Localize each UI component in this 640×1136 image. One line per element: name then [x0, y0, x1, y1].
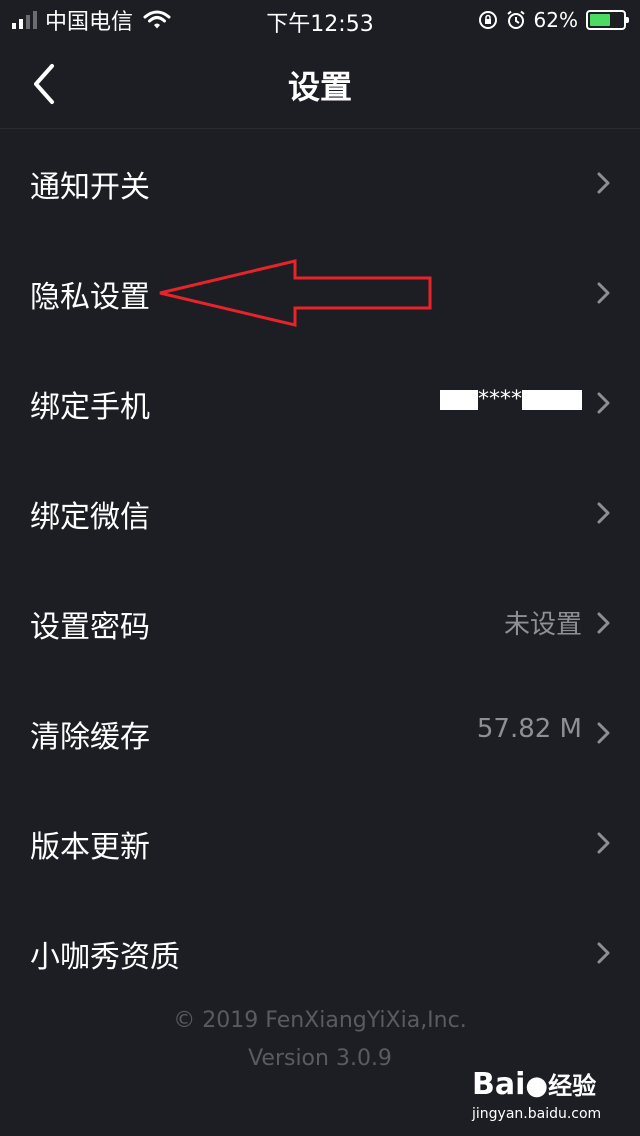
chevron-right-icon [597, 172, 610, 194]
settings-item-bind-wechat[interactable]: 绑定微信 [0, 459, 640, 569]
watermark-url: jingyan.baidu.com [472, 1106, 602, 1122]
watermark-logo-suffix: 经验 [548, 1072, 597, 1100]
password-status-value: 未设置 [503, 610, 582, 640]
settings-item-version-update[interactable]: 版本更新 [0, 789, 640, 899]
chevron-right-icon [597, 282, 610, 304]
settings-item-notifications[interactable]: 通知开关 [0, 129, 640, 239]
cache-size-value: 57.82 M [476, 714, 582, 744]
alarm-icon [506, 10, 525, 29]
chevron-right-icon [597, 832, 610, 854]
battery-icon [586, 10, 629, 30]
paw-icon: ● [525, 1071, 549, 1101]
settings-item-label: 通知开关 [30, 170, 150, 205]
watermark-logo: Bai●经验 [472, 1066, 596, 1102]
masked-digits: **** [478, 387, 522, 412]
settings-item-label: 小咖秀资质 [30, 940, 180, 975]
annotation-arrow-icon [159, 259, 432, 327]
status-right: 62% [478, 6, 629, 34]
settings-item-set-password[interactable]: 设置密码 未设置 [0, 569, 640, 679]
settings-item-label: 绑定微信 [30, 500, 150, 535]
battery-percentage: 62% [533, 8, 578, 32]
chevron-right-icon [597, 502, 610, 524]
battery-level-fill [590, 14, 610, 26]
redaction-block [522, 390, 582, 410]
watermark-logo-text: Bai [472, 1067, 526, 1102]
chevron-right-icon [597, 612, 610, 634]
redaction-block [440, 390, 478, 410]
settings-item-label: 设置密码 [30, 610, 150, 645]
settings-item-qualification[interactable]: 小咖秀资质 [0, 899, 640, 1009]
chevron-right-icon [597, 722, 610, 744]
phone-number-value: **** [440, 387, 582, 412]
chevron-right-icon [597, 392, 610, 414]
settings-item-bind-phone[interactable]: 绑定手机 **** [0, 349, 640, 459]
page-title: 设置 [287, 68, 352, 106]
status-bar: 中国电信 下午12:53 62% [0, 0, 640, 40]
footer-copyright: © 2019 FenXiangYiXia,Inc. [173, 1008, 467, 1033]
settings-item-label: 清除缓存 [30, 720, 150, 755]
orientation-lock-icon [478, 11, 497, 29]
settings-item-label: 绑定手机 [30, 390, 150, 425]
settings-item-clear-cache[interactable]: 清除缓存 57.82 M [0, 679, 640, 789]
nav-bar: 设置 [0, 40, 640, 129]
settings-item-label: 版本更新 [30, 830, 150, 865]
baidu-jingyan-watermark: Bai●经验 jingyan.baidu.com [472, 1066, 622, 1126]
chevron-right-icon [597, 942, 610, 964]
settings-item-label: 隐私设置 [30, 280, 150, 315]
